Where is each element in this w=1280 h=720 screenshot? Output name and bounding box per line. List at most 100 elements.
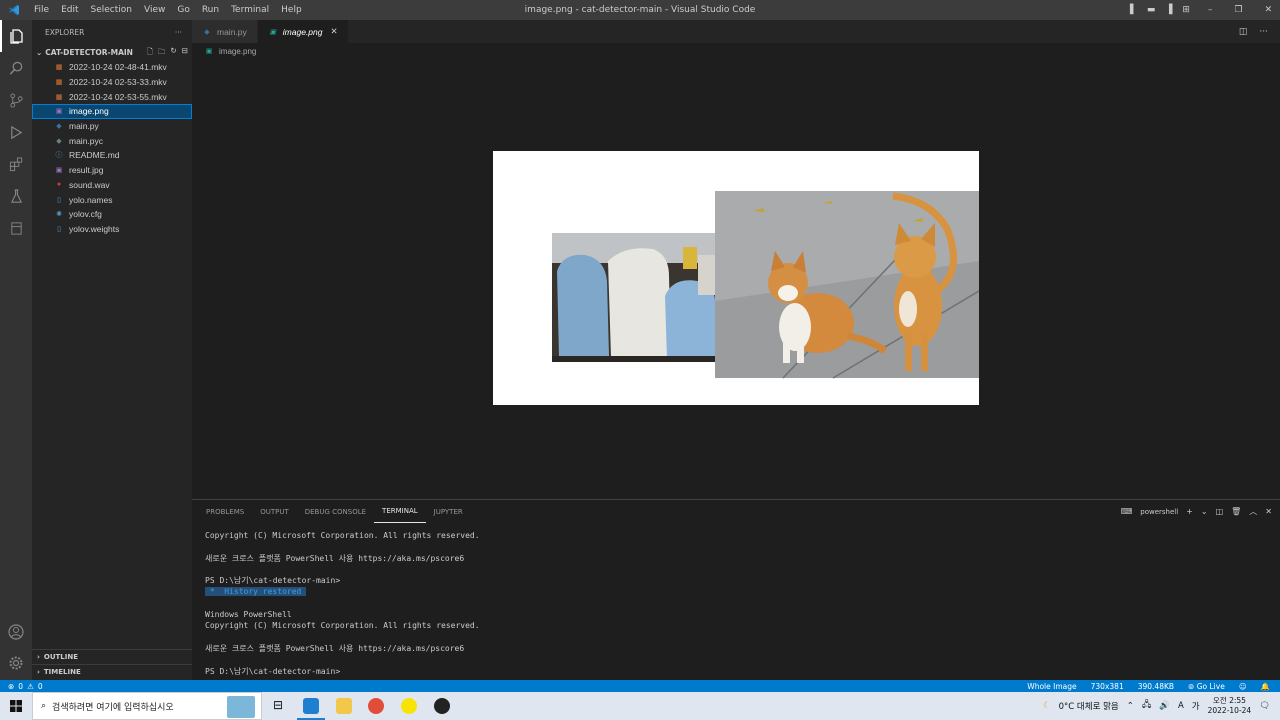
file-name: main.py — [69, 121, 99, 132]
account-icon[interactable] — [0, 616, 32, 648]
split-terminal-icon[interactable]: ◫ — [1216, 507, 1224, 516]
menu-item-help[interactable]: Help — [275, 5, 308, 15]
menu-item-run[interactable]: Run — [196, 5, 225, 15]
kakaotalk-icon[interactable] — [401, 698, 417, 714]
maximize-panel-icon[interactable]: ︿ — [1249, 506, 1257, 517]
tab-label: image.png — [282, 26, 323, 37]
menu-item-view[interactable]: View — [138, 5, 171, 15]
obs-icon[interactable] — [434, 698, 450, 714]
explorer-title: EXPLORER — [45, 27, 85, 37]
chrome-icon[interactable] — [368, 698, 384, 714]
image-icon: ▣ — [55, 108, 63, 116]
task-view-icon[interactable]: ⊟ — [270, 698, 286, 714]
chevron-right-icon: › — [37, 668, 40, 676]
run-debug-icon[interactable] — [0, 116, 32, 148]
remote-explorer-icon[interactable] — [0, 212, 32, 244]
file-item[interactable]: ▦ 2022-10-24 02-48-41.mkv — [32, 60, 192, 75]
refresh-icon[interactable]: ↻ — [170, 46, 176, 59]
panel-tab-problems[interactable]: PROBLEMS — [198, 500, 252, 523]
file-name: sound.wav — [69, 179, 110, 190]
video-icon: ▦ — [55, 93, 63, 101]
file-item[interactable]: ▣ image.png — [32, 104, 192, 119]
explorer-icon[interactable] — [0, 20, 32, 52]
vscode-taskbar-icon[interactable] — [303, 698, 319, 714]
terminal-shell-name[interactable]: powershell — [1140, 508, 1178, 516]
chevron-down-icon[interactable]: ⌄ — [1201, 507, 1208, 516]
outline-label: OUTLINE — [43, 653, 79, 661]
file-item[interactable]: ✺ yolov.cfg — [32, 207, 192, 222]
customize-layout-icon[interactable]: ⊞ — [1182, 5, 1190, 15]
clock-date: 2022-10-24 — [1207, 706, 1252, 715]
file-item[interactable]: ▦ 2022-10-24 02-53-55.mkv — [32, 89, 192, 104]
file-item[interactable]: ▯ yolov.weights — [32, 222, 192, 237]
editor-more-icon[interactable]: ··· — [1259, 27, 1268, 37]
toggle-panel-icon[interactable]: ▬ — [1147, 5, 1156, 15]
file-item[interactable]: ◆ main.pyc — [32, 133, 192, 148]
breadcrumb: ▣ image.png — [192, 43, 257, 59]
notification-center-icon[interactable]: 🗨 — [1259, 701, 1270, 711]
ime-mode[interactable]: 가 — [1192, 700, 1200, 712]
menu-item-edit[interactable]: Edit — [55, 5, 84, 15]
vscode-logo-icon — [0, 4, 28, 16]
problems-status[interactable]: ⊗ 0 ⚠ 0 — [0, 682, 43, 691]
close-window-icon[interactable]: ✕ — [1265, 5, 1273, 15]
file-item[interactable]: ● sound.wav — [32, 178, 192, 193]
minimize-icon[interactable]: – — [1208, 5, 1213, 15]
testing-icon[interactable] — [0, 180, 32, 212]
menu-item-selection[interactable]: Selection — [85, 5, 138, 15]
source-control-icon[interactable] — [0, 84, 32, 116]
file-name: 2022-10-24 02-53-55.mkv — [69, 91, 167, 102]
more-actions-icon[interactable]: ··· — [175, 28, 182, 37]
notifications-bell-icon[interactable]: 🔔 — [1261, 682, 1270, 691]
close-tab-icon[interactable]: ✕ — [330, 26, 337, 37]
input-language[interactable]: A — [1178, 701, 1184, 711]
extensions-icon[interactable] — [0, 148, 32, 180]
zoom-status[interactable]: Whole Image — [1027, 682, 1076, 691]
feedback-icon[interactable]: ☺ — [1239, 682, 1247, 691]
weather-text[interactable]: 0°C 대체로 맑음 — [1059, 700, 1119, 712]
preview-image[interactable] — [493, 151, 980, 405]
timeline-section[interactable]: › TIMELINE — [32, 664, 192, 679]
new-terminal-icon[interactable]: + — [1186, 507, 1193, 516]
file-item[interactable]: ◆ main.py — [32, 119, 192, 134]
taskbar-search-box[interactable]: ⌕ 검색하려면 여기에 입력하십시오 — [32, 692, 262, 720]
tab-image-png[interactable]: ▣ image.png ✕ — [257, 20, 349, 43]
network-icon[interactable]: 🖧 — [1142, 699, 1151, 713]
windows-start-icon[interactable] — [10, 700, 22, 715]
clock[interactable]: 오전 2:55 2022-10-24 — [1208, 696, 1252, 716]
file-item[interactable]: ▯ yolo.names — [32, 192, 192, 207]
toggle-sidebar-icon[interactable]: ▌ — [1130, 5, 1137, 15]
panel-tab-output[interactable]: OUTPUT — [252, 500, 297, 523]
settings-gear-icon[interactable] — [0, 647, 32, 679]
panel-tab-jupyter[interactable]: JUPYTER — [426, 500, 471, 523]
panel-tab-terminal[interactable]: TERMINAL — [374, 500, 426, 523]
toggle-secondary-sidebar-icon[interactable]: ▐ — [1165, 5, 1172, 15]
windows-taskbar: ⌕ 검색하려면 여기에 입력하십시오 ⊟ ☾ 0°C 대체로 맑음 ⌃ 🖧 🔊 … — [0, 692, 1280, 720]
menu-item-terminal[interactable]: Terminal — [225, 5, 275, 15]
volume-icon[interactable]: 🔊 — [1159, 701, 1170, 711]
new-folder-icon[interactable]: 🗀 — [158, 46, 166, 59]
terminal-output[interactable]: Copyright (C) Microsoft Corporation. All… — [205, 530, 480, 677]
trash-icon[interactable]: 🗑 — [1231, 507, 1241, 516]
chevron-up-icon[interactable]: ⌃ — [1127, 701, 1134, 711]
restore-icon[interactable]: ❐ — [1235, 5, 1243, 15]
file-item[interactable]: ▦ 2022-10-24 02-53-33.mkv — [32, 75, 192, 90]
file-item[interactable]: ⓘ README.md — [32, 148, 192, 163]
terminal-line: PS D:\남기\cat-detector-main> — [205, 666, 341, 676]
menu-item-file[interactable]: File — [28, 5, 55, 15]
collapse-all-icon[interactable]: ⊟ — [182, 46, 188, 59]
go-live-button[interactable]: ⊚ Go Live — [1188, 682, 1225, 691]
panel-tab-debug-console[interactable]: DEBUG CONSOLE — [297, 500, 374, 523]
menu-item-go[interactable]: Go — [171, 5, 195, 15]
outline-section[interactable]: › OUTLINE — [32, 649, 192, 664]
breadcrumb-file[interactable]: image.png — [219, 47, 256, 56]
terminal-line: * History restored — [205, 586, 480, 597]
new-file-icon[interactable]: 🗋 — [147, 46, 153, 59]
search-icon[interactable] — [0, 52, 32, 84]
split-editor-icon[interactable]: ◫ — [1239, 27, 1248, 37]
workspace-folder[interactable]: ⌄ CAT-DETECTOR-MAIN 🗋 🗀 ↻ ⊟ — [32, 44, 192, 60]
tab-main-py[interactable]: ◆ main.py — [192, 20, 258, 43]
file-item[interactable]: ▣ result.jpg — [32, 163, 192, 178]
close-panel-icon[interactable]: ✕ — [1265, 507, 1272, 516]
file-explorer-icon[interactable] — [336, 698, 352, 714]
